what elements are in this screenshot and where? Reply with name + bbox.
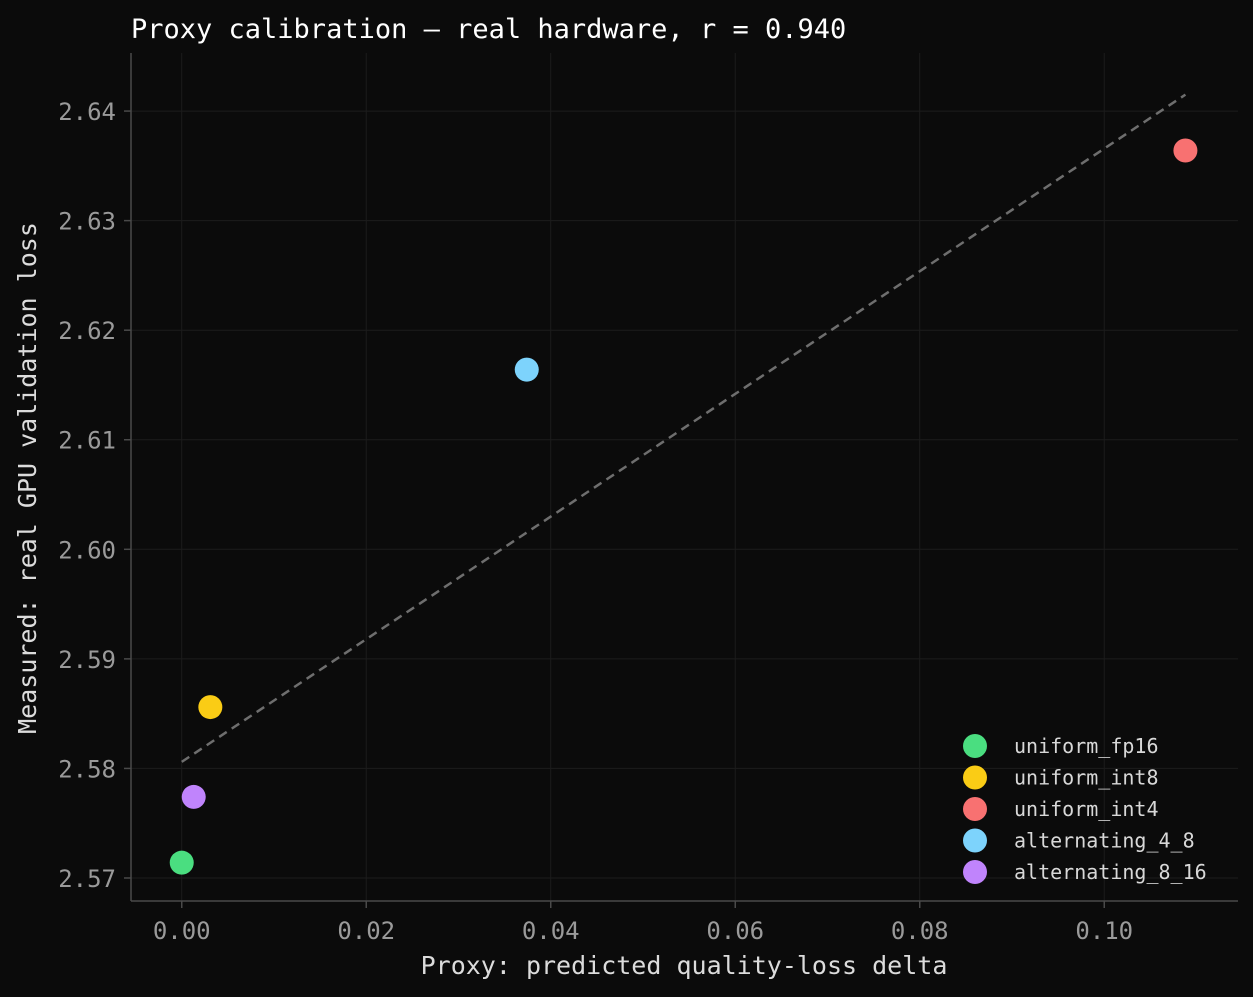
y-tick-label: 2.59 — [58, 646, 116, 674]
data-point-uniform-int8 — [198, 695, 223, 720]
y-tick-label: 2.63 — [58, 208, 116, 236]
y-axis-label: Measured: real GPU validation loss — [13, 222, 42, 734]
x-axis-label: Proxy: predicted quality-loss delta — [421, 951, 948, 980]
x-tick-label: 0.06 — [706, 917, 764, 945]
legend-label: uniform_int4 — [1014, 797, 1159, 821]
x-tick-label: 0.10 — [1075, 917, 1133, 945]
legend-label: alternating_8_16 — [1014, 860, 1207, 884]
legend-marker — [963, 734, 987, 758]
y-tick-label: 2.61 — [58, 427, 116, 455]
y-tick-label: 2.62 — [58, 317, 116, 345]
legend-marker — [963, 860, 987, 884]
x-tick-label: 0.08 — [891, 917, 949, 945]
y-tick-label: 2.58 — [58, 755, 116, 783]
data-point-alternating-4-8 — [514, 357, 539, 382]
y-tick-label: 2.64 — [58, 98, 116, 126]
data-point-uniform-fp16 — [169, 850, 194, 875]
legend-label: uniform_int8 — [1014, 766, 1159, 790]
x-tick-label: 0.02 — [337, 917, 395, 945]
x-tick-label: 0.04 — [522, 917, 580, 945]
legend-label: alternating_4_8 — [1014, 829, 1195, 853]
scatter-chart: 0.00 0.02 0.04 0.06 0.08 0.10 2.57 2.58 2.59 2.60… — [0, 0, 1253, 997]
data-point-uniform-int4 — [1173, 138, 1198, 163]
x-tick-label: 0.00 — [153, 917, 211, 945]
chart-title: Proxy calibration — real hardware, r = 0… — [131, 14, 846, 45]
legend-marker — [963, 797, 987, 821]
legend-label: uniform_fp16 — [1014, 734, 1159, 758]
y-tick-label: 2.60 — [58, 536, 116, 564]
legend-marker — [963, 765, 987, 790]
legend-marker — [963, 828, 987, 853]
y-tick-label: 2.57 — [58, 865, 116, 893]
data-point-alternating-8-16 — [181, 784, 206, 809]
